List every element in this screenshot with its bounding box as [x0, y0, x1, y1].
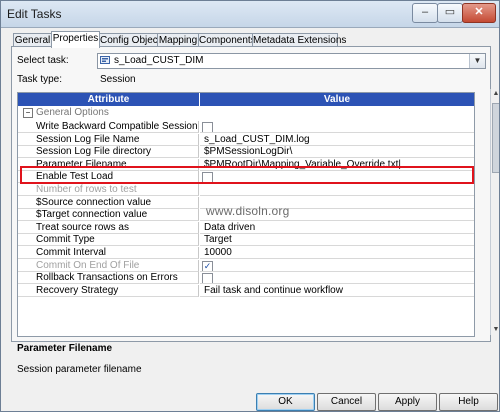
tab-metadata-extensions[interactable]: Metadata Extensions: [252, 33, 346, 47]
task-type-label: Task type:: [17, 74, 63, 85]
grid-row[interactable]: Commit Type Target: [18, 234, 474, 247]
value-cell[interactable]: Data driven: [200, 222, 474, 234]
collapse-icon[interactable]: −: [23, 108, 33, 118]
attribute-cell: Session Log File Name: [18, 133, 199, 146]
grid-row[interactable]: Session Log File directory $PMSessionLogD…: [18, 146, 474, 159]
help-button[interactable]: Help: [439, 393, 498, 411]
task-type-value: Session: [100, 74, 136, 85]
tab-general[interactable]: General: [13, 33, 52, 47]
checkbox[interactable]: [202, 273, 213, 284]
attribute-cell: Number of rows to test: [18, 184, 199, 196]
attribute-cell: $Target connection value: [18, 209, 199, 222]
attribute-cell: Rollback Transactions on Errors: [18, 272, 199, 285]
checkbox[interactable]: [202, 172, 213, 183]
grid-row[interactable]: Commit Interval 10000: [18, 247, 474, 259]
grid-row[interactable]: Recovery Strategy Fail task and continue …: [18, 284, 474, 297]
window-title: Edit Tasks: [7, 7, 62, 21]
value-cell-checkbox[interactable]: ✓: [200, 260, 474, 272]
column-header-value[interactable]: Value: [200, 93, 474, 106]
value-cell[interactable]: 10000: [200, 247, 474, 259]
value-cell-checkbox[interactable]: [200, 272, 474, 285]
attribute-cell: Commit On End Of File: [18, 259, 199, 272]
select-task-value: s_Load_CUST_DIM: [114, 55, 204, 66]
value-cell-checkbox[interactable]: [200, 121, 474, 133]
attribute-cell: Enable Test Load: [18, 171, 199, 184]
value-cell[interactable]: [200, 184, 474, 196]
grid-header: Attribute Value: [18, 93, 474, 106]
title-bar[interactable]: Edit Tasks – ▭ ✕: [1, 1, 499, 28]
value-cell[interactable]: Target: [200, 234, 474, 247]
attribute-cell: Commit Interval: [18, 247, 199, 259]
grid-row[interactable]: Commit On End Of File ✓: [18, 259, 474, 272]
minimize-button[interactable]: –: [412, 3, 438, 23]
cancel-button[interactable]: Cancel: [317, 393, 376, 411]
value-cell[interactable]: $PMSessionLogDir\: [200, 146, 474, 159]
description-text: Session parameter filename: [17, 364, 142, 375]
column-header-attribute[interactable]: Attribute: [18, 93, 200, 106]
attribute-cell: Parameter Filename: [18, 158, 199, 171]
tab-mapping[interactable]: Mapping: [157, 33, 199, 47]
edit-tasks-window: Edit Tasks – ▭ ✕ General Properties Conf…: [0, 0, 500, 412]
tab-config-object[interactable]: Config Object: [99, 33, 161, 47]
apply-button[interactable]: Apply: [378, 393, 437, 411]
select-task-label: Select task:: [17, 55, 69, 66]
vertical-scrollbar[interactable]: ▲ ▼: [490, 89, 499, 335]
watermark: www.disoln.org: [206, 204, 290, 218]
value-cell[interactable]: $PMRootDir\Mapping_Variable_Override.txt…: [200, 159, 474, 171]
session-task-icon: [100, 56, 110, 64]
attribute-cell: $Source connection value: [18, 196, 199, 209]
select-task-combo[interactable]: s_Load_CUST_DIM ▼: [97, 53, 486, 69]
value-cell[interactable]: s_Load_CUST_DIM.log: [200, 134, 474, 146]
attribute-cell: Recovery Strategy: [18, 284, 199, 297]
scroll-down-icon[interactable]: ▼: [491, 325, 499, 335]
attribute-cell: Commit Type: [18, 234, 199, 247]
value-cell[interactable]: Fail task and continue workflow: [200, 285, 474, 297]
description-title: Parameter Filename: [17, 343, 113, 354]
close-button[interactable]: ✕: [462, 3, 496, 23]
chevron-down-icon[interactable]: ▼: [469, 54, 485, 68]
scroll-thumb[interactable]: [492, 103, 499, 173]
grid-row[interactable]: Treat source rows as Data driven: [18, 221, 474, 234]
grid-row[interactable]: Session Log File Name s_Load_CUST_DIM.log: [18, 133, 474, 146]
checkbox[interactable]: [202, 122, 213, 132]
attribute-cell: Session Log File directory: [18, 146, 199, 159]
value-cell-checkbox[interactable]: [200, 171, 474, 184]
attribute-cell: Write Backward Compatible Session Log Fi…: [18, 121, 199, 133]
grid-row[interactable]: Parameter Filename $PMRootDir\Mapping_Var…: [18, 158, 474, 171]
grid-row[interactable]: Write Backward Compatible Session Log Fi…: [18, 121, 474, 133]
attribute-cell: Treat source rows as: [18, 221, 199, 234]
group-general-options[interactable]: − General Options: [18, 107, 474, 119]
group-label: General Options: [36, 107, 109, 118]
tab-properties[interactable]: Properties: [51, 31, 100, 48]
tab-components[interactable]: Components: [198, 33, 256, 47]
grid-row[interactable]: Rollback Transactions on Errors: [18, 272, 474, 285]
scroll-up-icon[interactable]: ▲: [491, 89, 499, 99]
grid-row[interactable]: Number of rows to test: [18, 184, 474, 196]
grid-row[interactable]: Enable Test Load: [18, 171, 474, 184]
ok-button[interactable]: OK: [256, 393, 315, 411]
checkbox-checked[interactable]: ✓: [202, 260, 213, 271]
maximize-button[interactable]: ▭: [437, 3, 463, 23]
